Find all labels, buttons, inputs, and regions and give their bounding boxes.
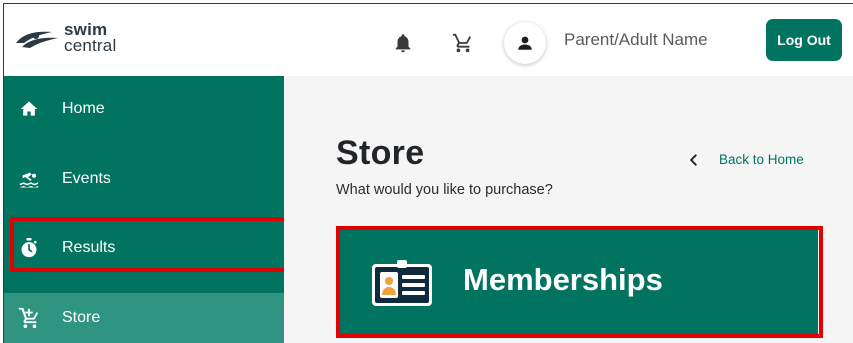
sidebar-item-label: Store: [62, 309, 101, 326]
sidebar: Home Events Results Store: [4, 76, 284, 343]
swim-logo-icon: [16, 31, 58, 48]
swimmer-icon: [18, 168, 40, 190]
back-link-label: Back to Home: [719, 152, 804, 167]
sidebar-item-home[interactable]: Home: [4, 84, 284, 134]
store-highlight-outline: [10, 217, 289, 272]
sidebar-item-store[interactable]: Store: [4, 293, 284, 343]
logo-text: swim central: [64, 21, 117, 55]
page-subtitle: What would you like to purchase?: [336, 182, 553, 198]
app-frame: swim central Parent/Adult Name Log Out H…: [3, 3, 853, 343]
add-cart-icon: [18, 307, 40, 329]
avatar[interactable]: [504, 22, 546, 64]
logo[interactable]: swim central: [14, 21, 117, 55]
memberships-highlight-outline: [336, 226, 823, 338]
sidebar-item-events[interactable]: Events: [4, 154, 284, 204]
logout-button[interactable]: Log Out: [766, 19, 842, 61]
page-title: Store: [336, 134, 425, 172]
sidebar-item-label: Home: [62, 100, 105, 117]
home-icon: [18, 98, 40, 120]
chevron-left-icon: [690, 153, 697, 166]
user-icon: [518, 36, 532, 50]
back-to-home-link[interactable]: Back to Home: [687, 152, 804, 167]
sidebar-item-label: Events: [62, 170, 111, 187]
bell-icon[interactable]: [392, 32, 414, 54]
top-header: swim central Parent/Adult Name Log Out: [4, 4, 853, 76]
user-name: Parent/Adult Name: [564, 30, 708, 49]
logo-text-line2: central: [64, 36, 117, 55]
main-content: Store What would you like to purchase? B…: [284, 76, 853, 343]
cart-icon[interactable]: [452, 32, 474, 54]
